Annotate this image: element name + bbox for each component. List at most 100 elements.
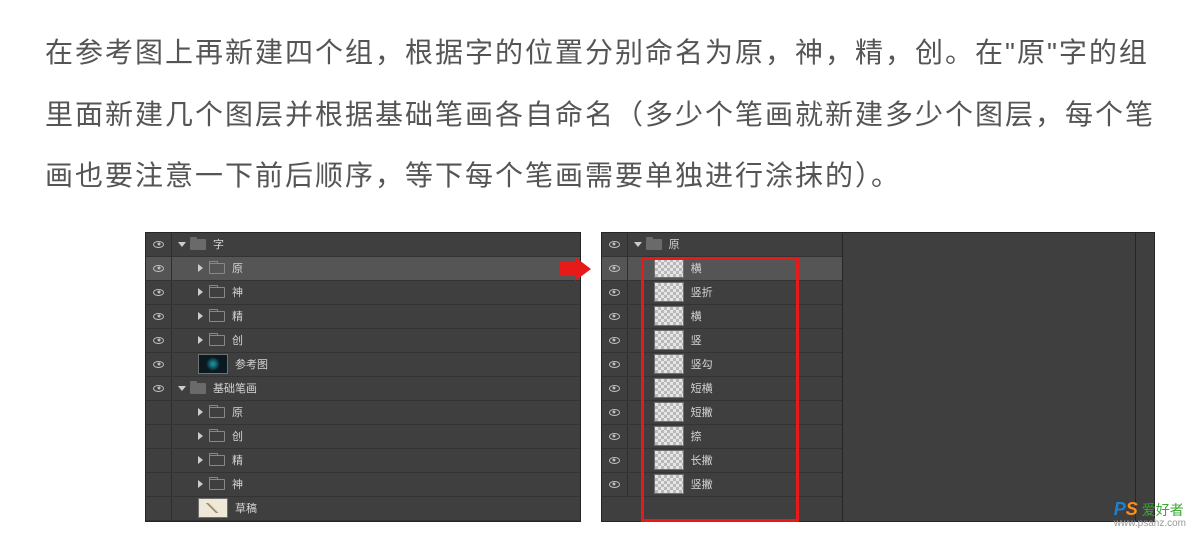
layer-thumbnail [654, 258, 684, 278]
visibility-icon[interactable] [609, 481, 620, 488]
layer-label: 短横 [691, 380, 713, 396]
layer-row[interactable]: 长撇 [602, 449, 842, 473]
layer-thumbnail [654, 306, 684, 326]
visibility-icon[interactable] [609, 385, 620, 392]
panels-container: 字 原 神 [145, 232, 1155, 522]
layer-thumbnail [654, 402, 684, 422]
visibility-icon[interactable] [609, 457, 620, 464]
visibility-icon[interactable] [609, 241, 620, 248]
chevron-right-icon[interactable] [198, 336, 203, 344]
visibility-icon[interactable] [153, 337, 164, 344]
layer-label: 字 [213, 236, 224, 252]
chevron-right-icon[interactable] [198, 312, 203, 320]
layer-row[interactable]: 竖 [602, 329, 842, 353]
watermark-logo: PS [1114, 499, 1138, 520]
layer-row[interactable]: 短横 [602, 377, 842, 401]
group-row[interactable]: 创 [146, 425, 580, 449]
layer-row[interactable]: 竖勾 [602, 353, 842, 377]
visibility-icon[interactable] [609, 265, 620, 272]
layer-label: 竖撇 [691, 476, 713, 492]
visibility-icon[interactable] [153, 361, 164, 368]
folder-icon [209, 407, 225, 418]
layer-row[interactable]: 横 [602, 257, 842, 281]
group-row[interactable]: 原 [146, 257, 580, 281]
layer-label: 参考图 [235, 356, 268, 372]
layer-label: 神 [232, 284, 243, 300]
layer-thumbnail [198, 498, 228, 518]
instruction-text: 在参考图上再新建四个组，根据字的位置分别命名为原，神，精，创。在"原"字的组里面… [0, 0, 1200, 207]
chevron-down-icon[interactable] [634, 242, 642, 247]
layer-label: 短撇 [691, 404, 713, 420]
layer-thumbnail [654, 450, 684, 470]
chevron-right-icon[interactable] [198, 288, 203, 296]
chevron-right-icon[interactable] [198, 264, 203, 272]
visibility-icon[interactable] [153, 241, 164, 248]
chevron-right-icon[interactable] [198, 432, 203, 440]
layer-label: 原 [232, 260, 243, 276]
watermark-url: www.psahz.com [1114, 518, 1186, 529]
layer-row[interactable]: 竖折 [602, 281, 842, 305]
chevron-down-icon[interactable] [178, 242, 186, 247]
group-row[interactable]: 创 [146, 329, 580, 353]
layer-row[interactable]: 短撇 [602, 401, 842, 425]
group-row[interactable]: 神 [146, 473, 580, 497]
layer-thumbnail [654, 474, 684, 494]
visibility-icon[interactable] [609, 433, 620, 440]
layer-row[interactable]: 竖撇 [602, 473, 842, 497]
layer-label: 创 [232, 428, 243, 444]
layer-label: 原 [669, 236, 680, 252]
visibility-icon[interactable] [153, 289, 164, 296]
layer-row[interactable]: 草稿 [146, 497, 580, 521]
layers-panel-right: 原 横 竖折 [601, 232, 1155, 522]
group-row[interactable]: 原 [146, 401, 580, 425]
layer-label: 捺 [691, 428, 702, 444]
visibility-icon[interactable] [609, 313, 620, 320]
layer-row[interactable]: 横 [602, 305, 842, 329]
watermark-text: 爱好者 [1142, 500, 1184, 520]
layer-row[interactable]: 捺 [602, 425, 842, 449]
layers-panel-left: 字 原 神 [145, 232, 581, 522]
layer-label: 神 [232, 476, 243, 492]
chevron-right-icon[interactable] [198, 408, 203, 416]
layer-label: 精 [232, 308, 243, 324]
group-row[interactable]: 精 [146, 305, 580, 329]
layer-thumbnail [654, 426, 684, 446]
group-row[interactable]: 精 [146, 449, 580, 473]
folder-icon [209, 263, 225, 274]
folder-icon [209, 431, 225, 442]
group-row[interactable]: 基础笔画 [146, 377, 580, 401]
visibility-icon[interactable] [153, 265, 164, 272]
group-row[interactable]: 字 [146, 233, 580, 257]
visibility-icon[interactable] [609, 361, 620, 368]
folder-icon [190, 383, 206, 394]
group-row[interactable]: 原 [602, 233, 842, 257]
layer-thumbnail [654, 330, 684, 350]
folder-icon [209, 311, 225, 322]
chevron-down-icon[interactable] [178, 386, 186, 391]
layer-label: 创 [232, 332, 243, 348]
folder-icon [190, 239, 206, 250]
chevron-right-icon[interactable] [198, 480, 203, 488]
visibility-icon[interactable] [609, 409, 620, 416]
layer-label: 竖折 [691, 284, 713, 300]
layer-label: 竖勾 [691, 356, 713, 372]
layer-label: 竖 [691, 332, 702, 348]
folder-icon [646, 239, 662, 250]
layer-label: 长撇 [691, 452, 713, 468]
layer-label: 精 [232, 452, 243, 468]
layer-thumbnail [654, 378, 684, 398]
layer-thumbnail [654, 282, 684, 302]
layer-label: 横 [691, 308, 702, 324]
visibility-icon[interactable] [153, 385, 164, 392]
group-row[interactable]: 神 [146, 281, 580, 305]
layer-row[interactable]: 参考图 [146, 353, 580, 377]
layer-label: 基础笔画 [213, 380, 257, 396]
layer-label: 横 [691, 260, 702, 276]
visibility-icon[interactable] [153, 313, 164, 320]
chevron-right-icon[interactable] [198, 456, 203, 464]
layer-label: 原 [232, 404, 243, 420]
visibility-icon[interactable] [609, 289, 620, 296]
visibility-icon[interactable] [609, 337, 620, 344]
layer-thumbnail [198, 354, 228, 374]
folder-icon [209, 287, 225, 298]
